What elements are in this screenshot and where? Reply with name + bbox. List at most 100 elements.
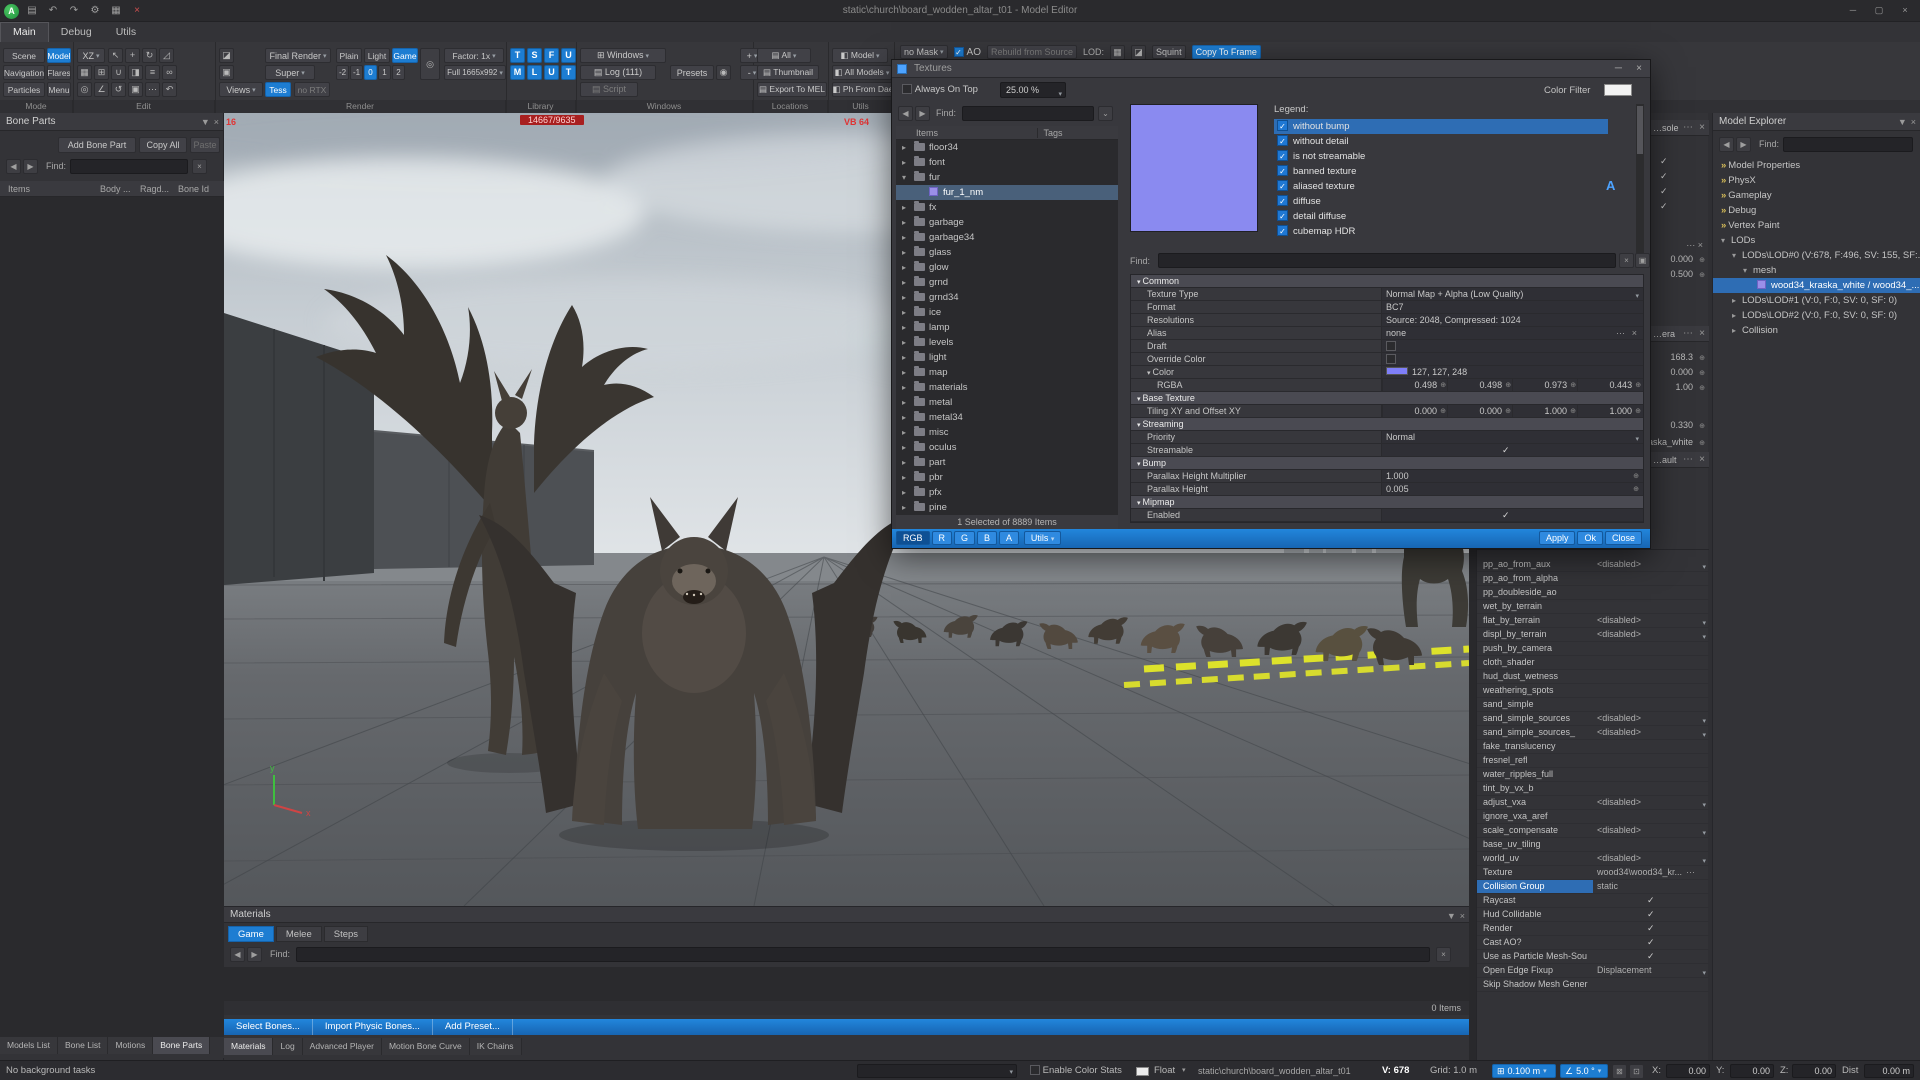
value-cell[interactable]: 1.000⊕ [1512,405,1577,417]
exposure-button-0[interactable]: -2 [336,65,349,80]
expander-icon[interactable]: ▾ [1732,248,1742,263]
texture-tree-item[interactable]: ▸metal [896,395,1118,410]
close-button[interactable]: × [1892,1,1918,20]
texture-tree-item[interactable]: ▸ice [896,305,1118,320]
legend-item[interactable]: ✓aliased texture [1274,179,1608,194]
library-icon-3[interactable]: F [544,48,559,63]
mirror-icon[interactable]: ◨ [128,65,143,80]
texture-tree-item[interactable]: ▸glow [896,260,1118,275]
more-icon[interactable]: ⋯ [1616,327,1625,339]
color-swatch[interactable] [1136,1067,1149,1076]
always-on-top-toggle[interactable]: Always On Top [902,84,978,95]
texture-tree-item[interactable]: fur_1_nm [896,185,1118,200]
texture-tree-item[interactable]: ▸levels [896,335,1118,350]
factor-dropdown[interactable]: Factor: 1x▾ [444,48,504,63]
select-icon[interactable]: ↖ [108,48,123,63]
texture-tree-item[interactable]: ▸floor34 [896,140,1118,155]
surface-property-row[interactable]: Use as Particle Mesh-Sou✓ [1477,950,1709,964]
legend-item[interactable]: ✓without detail [1274,134,1608,149]
mode-button-scene[interactable]: Scene [3,48,45,63]
action-add-preset-[interactable]: Add Preset... [433,1019,513,1035]
texture-tree-item[interactable]: ▸pine [896,500,1118,515]
texture-tree-item[interactable]: ▸light [896,350,1118,365]
channel-button-b[interactable]: B [977,531,997,545]
action-import-physic-bones-[interactable]: Import Physic Bones... [313,1019,433,1035]
spinner-icon[interactable]: ⊕ [1699,256,1705,264]
duplicate-icon[interactable]: ▣ [128,82,143,97]
surface-property-row[interactable]: fake_translucency [1477,740,1709,754]
library-icon-4[interactable]: U [561,48,576,63]
surface-property-row[interactable]: base_uv_tiling [1477,838,1709,852]
window-close-icon[interactable]: × [1636,60,1642,78]
more-icon[interactable]: ⋯ [145,82,160,97]
axis-lock-icon[interactable]: ⊡ [1629,1064,1644,1079]
nav-back-icon[interactable]: ◀ [230,947,245,962]
lod-grid-icon[interactable]: ▦ [1110,45,1125,60]
mode-button-flares[interactable]: Flares [47,65,71,80]
squint-toggle[interactable]: Squint [1152,45,1186,59]
redo-icon[interactable]: ↷ [66,3,82,19]
windows-dropdown[interactable]: ⊞ Windows▾ [580,48,666,63]
bottom-tab-log[interactable]: Log [273,1038,302,1055]
library-icon-7[interactable]: U [544,65,559,80]
angle-icon[interactable]: ∠ [94,82,109,97]
menu-tab-utils[interactable]: Utils [104,23,148,43]
spinner-icon[interactable]: ⊕ [1699,271,1705,279]
legend-item[interactable]: ✓is not streamable [1274,149,1608,164]
surface-property-row[interactable]: world_uv<disabled>▾ [1477,852,1709,866]
pin-icon[interactable]: ▼ [201,113,210,131]
channel-button-r[interactable]: R [932,531,953,545]
legend-checkbox[interactable]: ✓ [1277,135,1288,146]
final-render-dropdown[interactable]: Final Render▾ [265,48,331,63]
surface-property-row[interactable]: cloth_shader [1477,656,1709,670]
presets-button[interactable]: Presets [670,65,714,80]
mask-dropdown[interactable]: no Mask▾ [900,45,948,59]
spinner-icon[interactable]: ⊕ [1635,406,1641,418]
expander-icon[interactable]: ▾ [1743,263,1753,278]
texture-tree-item[interactable]: ▸pbr [896,470,1118,485]
tab-motions[interactable]: Motions [108,1037,153,1054]
close-panel-icon[interactable]: × [214,113,219,131]
grid-snap-icon[interactable]: ⊞ [94,65,109,80]
spinner-icon[interactable]: ⊕ [1570,406,1576,418]
enable-color-stats-checkbox[interactable] [1030,1065,1040,1075]
shading-button-light[interactable]: Light [364,48,390,63]
clear-find-icon[interactable]: × [192,159,207,174]
surface-property-row[interactable]: pp_doubleside_ao [1477,586,1709,600]
materials-tab-melee[interactable]: Melee [276,926,322,942]
surface-property-row[interactable]: sand_simple [1477,698,1709,712]
settings-icon[interactable]: ⚙ [87,3,103,19]
library-icon-5[interactable]: M [510,65,525,80]
clear-find-icon[interactable]: × [1436,947,1451,962]
locations-all[interactable]: ▤ All▾ [757,48,811,63]
move-snap-button[interactable]: ⊞0.100 m▾ [1492,1064,1556,1078]
surface-property-row[interactable]: Texturewood34\wood34_kr...⋯ [1477,866,1709,880]
texture-tree-item[interactable]: ▸metal34 [896,410,1118,425]
library-icon-1[interactable]: T [510,48,525,63]
value-cell[interactable]: 0.498⊕ [1382,379,1447,391]
texture-tree-item[interactable]: ▸lamp [896,320,1118,335]
surface-property-row[interactable]: weathering_spots [1477,684,1709,698]
mode-button-menu[interactable]: Menu [47,82,71,97]
legend-checkbox[interactable]: ✓ [1277,180,1288,191]
close-doc-icon[interactable]: × [129,3,145,19]
spinner-icon[interactable]: ⊕ [1505,406,1511,418]
texture-tree-item[interactable]: ▸materials [896,380,1118,395]
surface-property-row[interactable]: push_by_camera [1477,642,1709,656]
log-button[interactable]: ▤ Log (111) [580,65,656,80]
rtx-toggle[interactable]: no RTX [294,82,330,97]
close-panel-icon[interactable]: × [1911,113,1916,131]
menu-tab-debug[interactable]: Debug [49,23,104,43]
legend-checkbox[interactable]: ✓ [1277,150,1288,161]
action-button-ok[interactable]: Ok [1577,531,1603,545]
texture-tree-item[interactable]: ▸grnd34 [896,290,1118,305]
tab-bone-list[interactable]: Bone List [58,1037,108,1054]
model-tree-item[interactable]: »Vertex Paint [1713,218,1920,233]
copy-to-frame-button[interactable]: Copy To Frame [1192,45,1261,59]
move-icon[interactable]: + [125,48,140,63]
spinner-icon[interactable]: ⊕ [1699,354,1705,362]
menu-tab-main[interactable]: Main [0,22,49,42]
channel-button-rgb[interactable]: RGB [896,531,930,545]
views-dropdown[interactable]: Views▾ [219,82,263,97]
visibility-eye-icon[interactable]: ◉ [716,65,731,80]
